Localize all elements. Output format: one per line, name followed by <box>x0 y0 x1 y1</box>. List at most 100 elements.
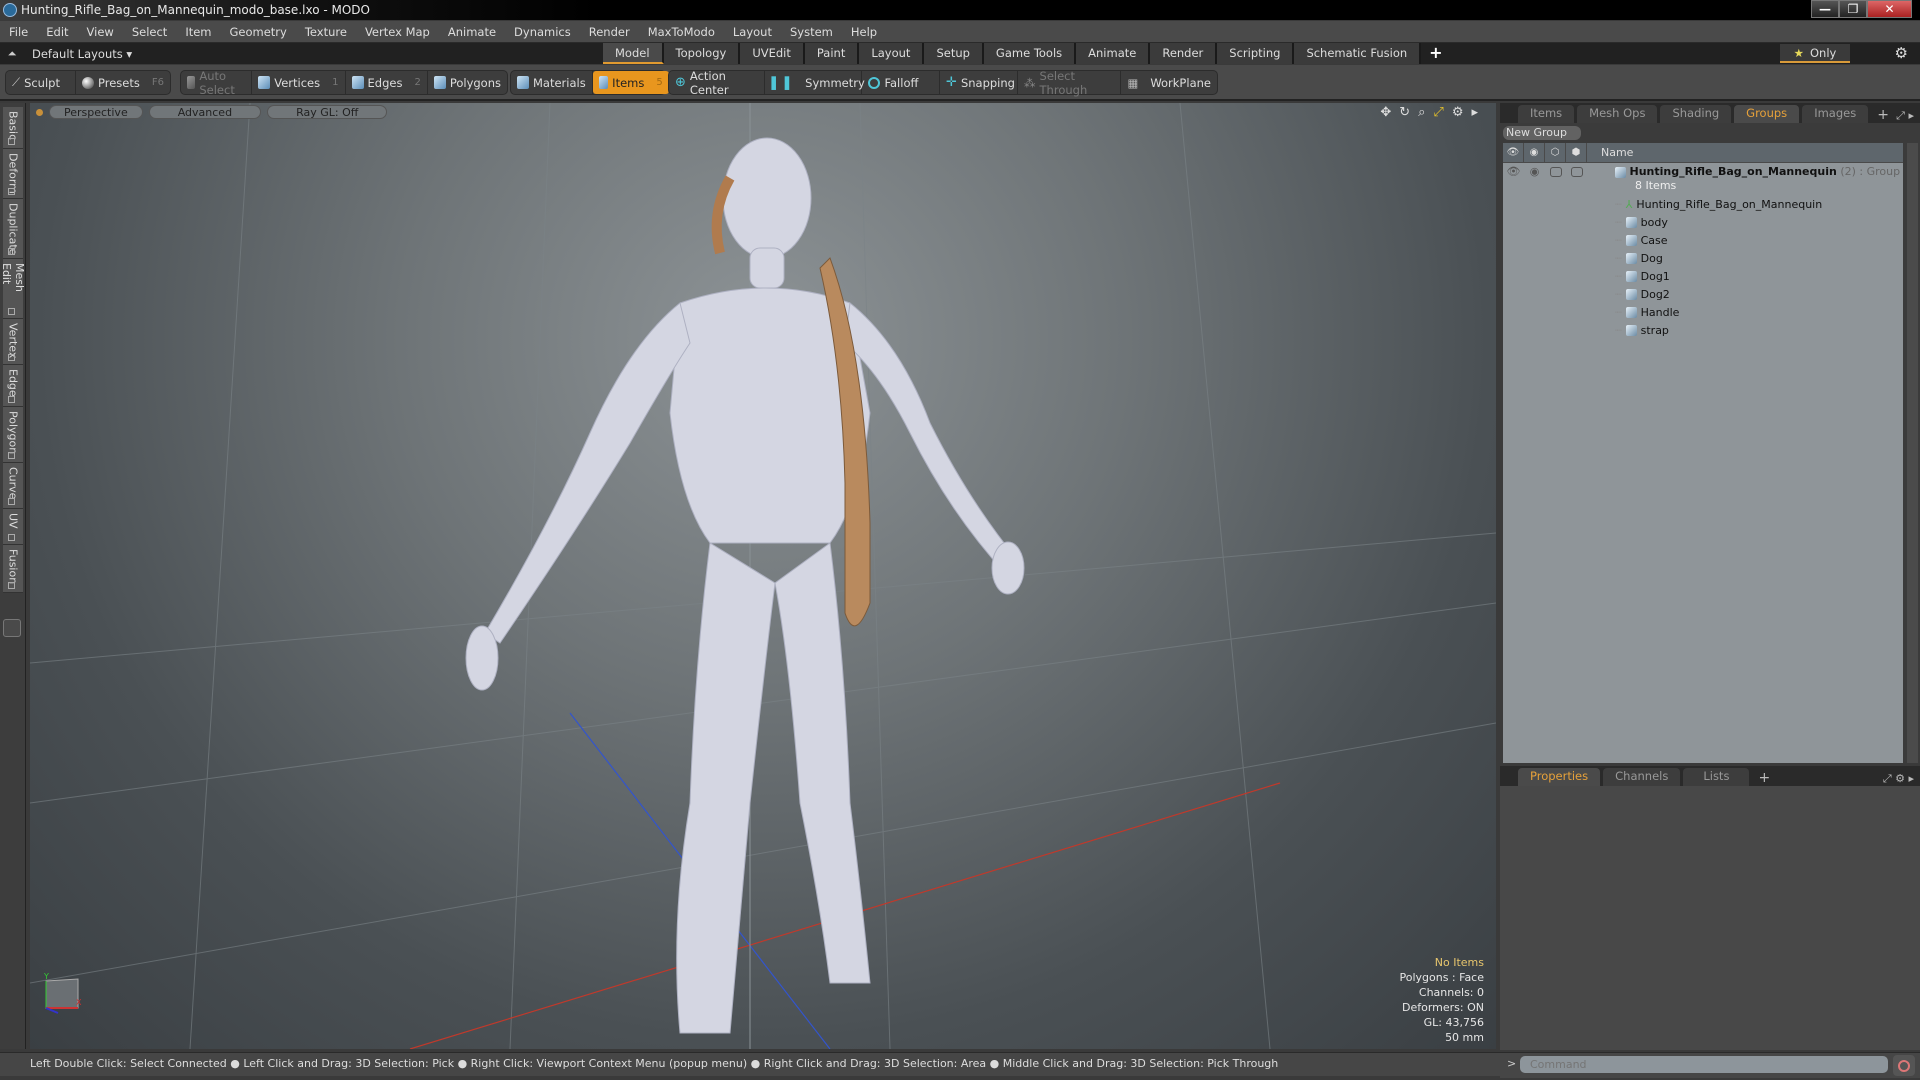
panel-tab-channels[interactable]: Channels <box>1603 768 1681 786</box>
list-item[interactable]: ┈ ⅄ Hunting_Rifle_Bag_on_Mannequin <box>1503 195 1903 213</box>
left-tab-mesh-edit[interactable]: Mesh Edit <box>0 259 26 319</box>
menu-dynamics[interactable]: Dynamics <box>505 25 580 39</box>
viewport-menu-arrow-icon[interactable]: ▸ <box>1471 105 1478 120</box>
vertices-button[interactable]: Vertices 1 <box>252 71 346 94</box>
left-tab-vertex[interactable]: Vertex <box>3 319 23 365</box>
left-tab-deform[interactable]: Deform <box>3 149 23 199</box>
layout-tab-uvedit[interactable]: UVEdit <box>740 43 805 64</box>
properties-expand-gear-icon[interactable]: ⤢ ⚙ ▸ <box>1883 772 1914 786</box>
layout-tab-render[interactable]: Render <box>1150 43 1218 64</box>
default-layouts-dropdown[interactable]: Default Layouts ▾ <box>24 47 132 61</box>
panel-tab-properties[interactable]: Properties <box>1518 768 1601 786</box>
group-render-toggle[interactable]: ◉ <box>1524 165 1545 178</box>
fit-view-icon[interactable]: ⤢ <box>1433 105 1443 120</box>
falloff-button[interactable]: Falloff <box>862 71 941 94</box>
menu-item[interactable]: Item <box>176 25 220 39</box>
close-button[interactable]: ✕ <box>1867 0 1912 18</box>
raygl-toggle[interactable]: Ray GL: Off <box>267 105 388 119</box>
menu-system[interactable]: System <box>781 25 842 39</box>
add-layout-tab-button[interactable]: + <box>1421 43 1450 64</box>
group-lock-toggle[interactable] <box>1545 165 1566 178</box>
list-item[interactable]: ┈ Handle <box>1503 303 1903 321</box>
3d-viewport[interactable]: Y X Perspective Advanced Ray GL: Off ✥ ↻… <box>30 103 1496 1049</box>
layout-tab-topology[interactable]: Topology <box>663 43 741 64</box>
panel-tab-groups[interactable]: Groups <box>1734 105 1800 123</box>
list-item[interactable]: ┈ Dog2 <box>1503 285 1903 303</box>
collapse-arrow-icon[interactable]: ⏶ <box>0 47 24 61</box>
symmetry-button[interactable]: ▌▐ Symmetry <box>765 71 865 94</box>
snapping-button[interactable]: ✛ Snapping <box>940 71 1019 94</box>
layout-tab-model[interactable]: Model <box>603 43 664 64</box>
select-through-button[interactable]: ⁂ Select Through <box>1018 69 1122 97</box>
list-item[interactable]: ┈ Case <box>1503 231 1903 249</box>
left-tab-curve[interactable]: Curve <box>3 463 23 509</box>
zoom-magnifier-icon[interactable]: ⌕ <box>1418 105 1425 120</box>
left-tab-duplicate[interactable]: Duplicate <box>3 199 23 259</box>
group-row[interactable]: 👁 ◉ Hunting_Rifle_Bag_on_Mannequin (2) :… <box>1503 163 1903 195</box>
left-tab-edge[interactable]: Edge <box>3 365 23 407</box>
menu-view[interactable]: View <box>78 25 123 39</box>
menu-maxtomodo[interactable]: MaxToModo <box>639 25 724 39</box>
group-select-toggle[interactable] <box>1566 165 1587 178</box>
new-group-button[interactable]: New Group <box>1503 126 1581 140</box>
items-button[interactable]: Items 5 <box>592 71 669 94</box>
presets-button[interactable]: Presets F6 <box>76 71 170 94</box>
left-tab-fusion[interactable]: Fusion <box>3 545 23 593</box>
select-cube-icon[interactable]: ⬢ <box>1566 142 1587 163</box>
add-panel-tab-button[interactable]: + <box>1871 107 1895 123</box>
left-tab-basic[interactable]: Basic <box>3 107 23 149</box>
name-column-header[interactable]: Name <box>1587 146 1633 159</box>
workplane-button[interactable]: ▦ WorkPlane <box>1121 71 1217 94</box>
layout-tab-scripting[interactable]: Scripting <box>1217 43 1295 64</box>
add-properties-tab-button[interactable]: + <box>1752 770 1776 786</box>
shading-mode-dropdown[interactable]: Advanced <box>148 105 262 119</box>
layout-tab-schematic-fusion[interactable]: Schematic Fusion <box>1294 43 1422 64</box>
minimize-button[interactable]: — <box>1811 0 1839 18</box>
view-mode-dropdown[interactable]: Perspective <box>49 105 143 119</box>
visibility-eye-icon[interactable]: 👁 <box>1503 142 1524 163</box>
panel-tab-lists[interactable]: Lists <box>1683 768 1750 786</box>
layout-tab-animate[interactable]: Animate <box>1076 43 1151 64</box>
layout-tab-setup[interactable]: Setup <box>924 43 984 64</box>
layout-tab-game-tools[interactable]: Game Tools <box>983 43 1077 64</box>
left-tab-uv[interactable]: UV <box>3 509 23 545</box>
layout-tab-paint[interactable]: Paint <box>804 43 860 64</box>
menu-render[interactable]: Render <box>580 25 639 39</box>
menu-edit[interactable]: Edit <box>37 25 77 39</box>
auto-select-button[interactable]: Auto Select <box>181 69 253 97</box>
render-camera-icon[interactable]: ◉ <box>1524 142 1545 163</box>
menu-vertex-map[interactable]: Vertex Map <box>356 25 439 39</box>
maximize-button[interactable]: ❐ <box>1839 0 1867 18</box>
left-panel-toggle-button[interactable] <box>3 619 21 637</box>
left-tab-polygon[interactable]: Polygon <box>3 407 23 463</box>
list-item[interactable]: ┈ Dog1 <box>1503 267 1903 285</box>
rotate-icon[interactable]: ↻ <box>1399 105 1410 120</box>
menu-help[interactable]: Help <box>842 25 886 39</box>
menu-geometry[interactable]: Geometry <box>221 25 296 39</box>
expand-panel-icon[interactable]: ⤢ ▸ <box>1896 109 1914 123</box>
panel-tab-images[interactable]: Images <box>1802 105 1869 123</box>
layout-tab-layout[interactable]: Layout <box>859 43 925 64</box>
command-input[interactable] <box>1520 1056 1888 1073</box>
sculpt-button[interactable]: ⟋ Sculpt <box>6 71 77 94</box>
menu-select[interactable]: Select <box>123 25 176 39</box>
list-item[interactable]: ┈ Dog <box>1503 249 1903 267</box>
pan-move-icon[interactable]: ✥ <box>1380 105 1391 120</box>
viewport-gear-icon[interactable]: ⚙ <box>1452 105 1464 120</box>
panel-tab-shading[interactable]: Shading <box>1660 105 1732 123</box>
groups-list-scrollbar[interactable] <box>1907 143 1918 763</box>
action-center-button[interactable]: ⊕ Action Center <box>669 69 766 97</box>
gear-icon[interactable]: ⚙ <box>1895 44 1908 62</box>
panel-tab-mesh-ops[interactable]: Mesh Ops <box>1577 105 1658 123</box>
menu-texture[interactable]: Texture <box>296 25 356 39</box>
only-toggle-button[interactable]: ★ Only <box>1780 44 1850 63</box>
list-item[interactable]: ┈ body <box>1503 213 1903 231</box>
materials-button[interactable]: Materials <box>511 71 593 94</box>
lock-cube-icon[interactable]: ⬡ <box>1545 142 1566 163</box>
menu-animate[interactable]: Animate <box>439 25 505 39</box>
panel-tab-items[interactable]: Items <box>1518 105 1575 123</box>
edges-button[interactable]: Edges 2 <box>346 71 428 94</box>
polygons-button[interactable]: Polygons <box>428 71 507 94</box>
menu-layout[interactable]: Layout <box>724 25 781 39</box>
group-visibility-toggle[interactable]: 👁 <box>1503 165 1524 178</box>
